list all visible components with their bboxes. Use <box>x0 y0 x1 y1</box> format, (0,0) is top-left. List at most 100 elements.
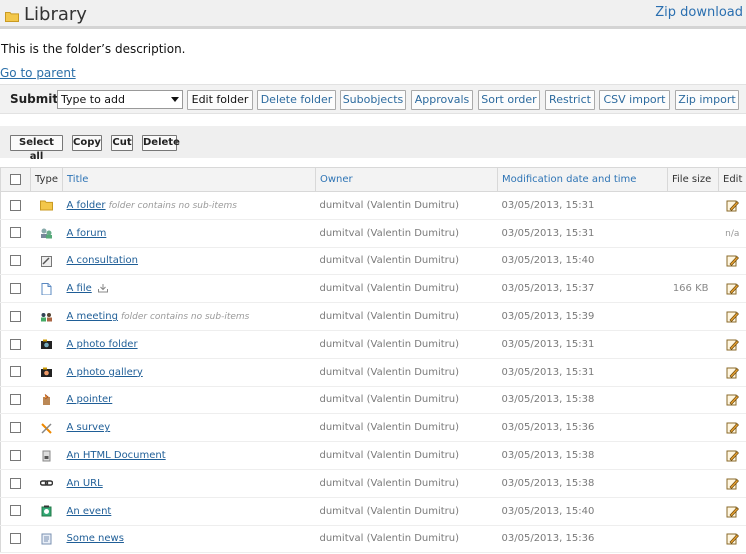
owner-cell: dumitval (Valentin Dumitru) <box>315 441 498 470</box>
item-title-link[interactable]: A photo gallery <box>67 367 143 378</box>
edit-icon[interactable] <box>726 338 739 351</box>
table-row: A forum dumitval (Valentin Dumitru) 03/0… <box>0 219 746 248</box>
zip-download-link[interactable]: Zip download <box>655 5 743 20</box>
type-to-add-select[interactable]: Type to add <box>57 90 183 109</box>
row-checkbox-cell <box>0 469 31 498</box>
row-checkbox[interactable] <box>10 505 22 517</box>
zip-import-button[interactable]: Zip import <box>675 90 739 110</box>
row-checkbox-cell <box>0 413 31 443</box>
cut-button[interactable]: Cut <box>111 135 133 151</box>
approvals-button[interactable]: Approvals <box>411 90 473 110</box>
row-checkbox-cell <box>0 497 31 526</box>
news-icon <box>41 533 52 545</box>
size-cell <box>667 469 719 498</box>
modified-cell: 03/05/2013, 15:31 <box>497 330 668 359</box>
download-icon[interactable] <box>97 283 109 293</box>
type-cell <box>30 358 63 387</box>
row-checkbox[interactable] <box>10 533 22 545</box>
select-all-button[interactable]: Select all <box>10 135 63 162</box>
table-row: A file dumitval (Valentin Dumitru) 03/05… <box>0 274 746 304</box>
type-cell <box>30 191 63 220</box>
edit-icon[interactable] <box>726 421 739 434</box>
table-row: An event dumitval (Valentin Dumitru) 03/… <box>0 497 746 526</box>
modified-cell: 03/05/2013, 15:31 <box>497 358 668 387</box>
owner-cell: dumitval (Valentin Dumitru) <box>315 247 498 276</box>
owner-cell: dumitval (Valentin Dumitru) <box>315 274 498 304</box>
csv-import-button[interactable]: CSV import <box>599 90 670 110</box>
table-row: A consultation dumitval (Valentin Dumitr… <box>0 247 746 276</box>
column-header-modified[interactable]: Modification date and time <box>497 167 668 192</box>
edit-icon[interactable] <box>726 477 739 490</box>
owner-cell: dumitval (Valentin Dumitru) <box>315 386 498 415</box>
column-header-owner[interactable]: Owner <box>315 167 498 192</box>
row-checkbox[interactable] <box>10 310 22 322</box>
modified-cell: 03/05/2013, 15:36 <box>497 413 668 443</box>
folder-description: This is the folder’s description. <box>1 42 186 56</box>
item-title-link[interactable]: A folder <box>67 200 106 211</box>
row-checkbox-cell <box>0 330 31 359</box>
edit-icon[interactable] <box>726 505 739 518</box>
select-all-checkbox[interactable] <box>10 173 21 185</box>
item-title-link[interactable]: An URL <box>67 478 103 489</box>
subobjects-button[interactable]: Subobjects <box>340 90 406 110</box>
row-checkbox[interactable] <box>10 227 22 239</box>
item-title-link[interactable]: A photo folder <box>67 339 138 350</box>
go-to-parent-link[interactable]: Go to parent <box>0 66 76 80</box>
restrict-button[interactable]: Restrict <box>545 90 595 110</box>
delete-button[interactable]: Delete <box>142 135 180 151</box>
row-checkbox[interactable] <box>10 477 22 489</box>
column-header-title[interactable]: Title <box>62 167 316 192</box>
size-cell <box>667 247 719 276</box>
row-checkbox[interactable] <box>10 366 22 378</box>
pointer-icon <box>43 394 50 405</box>
table-row: Some news dumitval (Valentin Dumitru) 03… <box>0 525 746 554</box>
modified-cell: 03/05/2013, 15:31 <box>497 219 668 248</box>
edit-icon[interactable] <box>726 393 739 406</box>
modified-cell: 03/05/2013, 15:37 <box>497 274 668 304</box>
modified-cell: 03/05/2013, 15:39 <box>497 302 668 331</box>
column-header-edit: Edit <box>718 167 746 192</box>
item-title-link[interactable]: A forum <box>67 228 107 239</box>
owner-cell: dumitval (Valentin Dumitru) <box>315 525 498 554</box>
folder-icon <box>5 12 19 22</box>
row-checkbox[interactable] <box>10 338 22 350</box>
edit-cell: n/a <box>718 219 746 248</box>
item-title-link[interactable]: A pointer <box>67 394 113 405</box>
edit-cell <box>718 274 746 304</box>
edit-icon[interactable] <box>726 310 739 323</box>
item-title-link[interactable]: A consultation <box>67 255 139 266</box>
edit-cell <box>718 330 746 359</box>
edit-cell <box>718 358 746 387</box>
size-cell <box>667 330 719 359</box>
table-row: A photo gallery dumitval (Valentin Dumit… <box>0 358 746 387</box>
row-checkbox[interactable] <box>10 394 22 406</box>
item-title-link[interactable]: Some news <box>67 533 124 544</box>
edit-icon[interactable] <box>726 366 739 379</box>
edit-icon[interactable] <box>726 282 739 295</box>
edit-icon[interactable] <box>726 532 739 545</box>
row-checkbox[interactable] <box>10 255 22 267</box>
row-checkbox[interactable] <box>10 422 22 434</box>
row-checkbox[interactable] <box>10 199 22 211</box>
selection-action-bar: Select all Copy Cut Delete <box>0 126 746 162</box>
item-title-link[interactable]: An HTML Document <box>67 450 166 461</box>
row-checkbox[interactable] <box>10 449 22 461</box>
size-cell <box>667 413 719 443</box>
type-cell <box>30 219 63 248</box>
edit-icon[interactable] <box>726 254 739 267</box>
submit-label: Submit: <box>10 92 63 106</box>
edit-icon[interactable] <box>726 199 739 212</box>
item-title-link[interactable]: A meeting <box>67 311 118 322</box>
row-checkbox[interactable] <box>10 283 22 295</box>
item-title-link[interactable]: An event <box>67 506 112 517</box>
page-title: Library <box>24 4 87 25</box>
title-cell: A photo gallery <box>62 358 316 387</box>
edit-icon[interactable] <box>726 449 739 462</box>
sort-order-button[interactable]: Sort order <box>478 90 540 110</box>
copy-button[interactable]: Copy <box>72 135 102 151</box>
item-title-link[interactable]: A survey <box>67 422 111 433</box>
edit-folder-button[interactable]: Edit folder <box>187 90 253 110</box>
item-title-link[interactable]: A file <box>67 283 92 294</box>
delete-folder-button[interactable]: Delete folder <box>257 90 336 110</box>
edit-cell <box>718 386 746 415</box>
